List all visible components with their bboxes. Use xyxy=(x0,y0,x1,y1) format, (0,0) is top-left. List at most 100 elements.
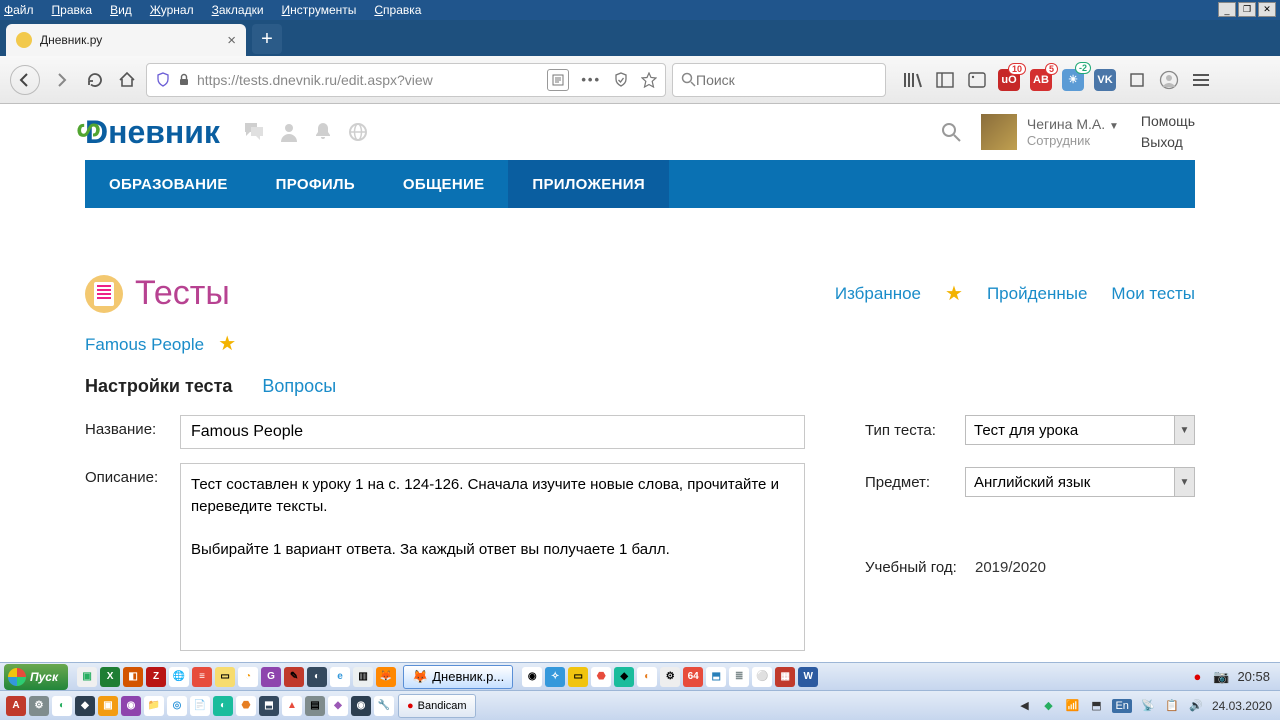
nav-profile[interactable]: ПРОФИЛЬ xyxy=(252,160,379,208)
menu-view[interactable]: Вид xyxy=(110,3,132,17)
menu-file[interactable]: Файл xyxy=(4,3,34,17)
app-icon[interactable]: ▲ xyxy=(282,696,302,716)
app-icon[interactable]: G xyxy=(261,667,281,687)
forward-button[interactable] xyxy=(46,65,76,95)
app-icon[interactable]: ▥ xyxy=(353,667,373,687)
app-icon[interactable]: ≣ xyxy=(729,667,749,687)
home-button[interactable] xyxy=(114,67,140,93)
address-bar[interactable]: ••• xyxy=(146,63,666,97)
tray-volume-icon[interactable]: 🔊 xyxy=(1188,698,1204,714)
passed-link[interactable]: Пройденные xyxy=(987,284,1087,304)
display-icon[interactable]: ▭ xyxy=(215,667,235,687)
chrome-icon[interactable]: ◉ xyxy=(522,667,542,687)
menu-history[interactable]: Журнал xyxy=(150,3,194,17)
tray-clip-icon[interactable]: 📋 xyxy=(1164,698,1180,714)
record-icon[interactable]: ● xyxy=(1189,669,1205,685)
app-icon[interactable]: A xyxy=(6,696,26,716)
tab-close-icon[interactable]: × xyxy=(227,32,236,49)
app-icon[interactable]: ⬒ xyxy=(706,667,726,687)
url-input[interactable] xyxy=(197,72,541,88)
app-icon[interactable]: ◉ xyxy=(121,696,141,716)
app-icon[interactable]: ⚙ xyxy=(660,667,680,687)
globe-icon[interactable] xyxy=(348,122,368,142)
app-icon[interactable]: ◔ xyxy=(238,667,258,687)
nav-communication[interactable]: ОБЩЕНИЕ xyxy=(379,160,508,208)
app-icon[interactable]: ◐ xyxy=(213,696,233,716)
library-icon[interactable] xyxy=(902,69,924,91)
tray-antivirus-icon[interactable]: ◆ xyxy=(1040,698,1056,714)
app-icon[interactable]: ▦ xyxy=(775,667,795,687)
shield-icon[interactable] xyxy=(155,72,171,88)
pocket-icon[interactable] xyxy=(966,69,988,91)
test-desc-textarea[interactable] xyxy=(180,463,805,651)
search-input[interactable] xyxy=(696,72,877,88)
breadcrumb[interactable]: Famous People xyxy=(85,335,204,354)
messages-icon[interactable] xyxy=(244,122,264,142)
tab-questions[interactable]: Вопросы xyxy=(262,376,336,397)
new-tab-button[interactable]: + xyxy=(252,24,282,54)
browser-icon[interactable]: 🌐 xyxy=(169,667,189,687)
reload-button[interactable] xyxy=(82,67,108,93)
help-link[interactable]: Помощь xyxy=(1141,111,1195,132)
app-icon[interactable]: ▭ xyxy=(568,667,588,687)
msn-icon[interactable]: ✧ xyxy=(545,667,565,687)
word-icon[interactable]: W xyxy=(798,667,818,687)
app-icon[interactable]: ◉ xyxy=(351,696,371,716)
taskbar-item-firefox[interactable]: 🦊Дневник.р... xyxy=(403,665,513,689)
app-icon[interactable]: ⬣ xyxy=(236,696,256,716)
app-icon[interactable]: ◆ xyxy=(328,696,348,716)
star-icon[interactable]: ★ xyxy=(218,333,236,355)
more-icon[interactable]: ••• xyxy=(581,72,601,87)
tab-settings[interactable]: Настройки теста xyxy=(85,376,232,397)
app-icon[interactable]: 📁 xyxy=(144,696,164,716)
unknown-icon[interactable]: ≡ xyxy=(192,667,212,687)
search-box[interactable] xyxy=(672,63,886,97)
app-icon[interactable]: ◆ xyxy=(75,696,95,716)
zip-icon[interactable]: Z xyxy=(146,667,166,687)
vk-icon[interactable]: VK xyxy=(1094,69,1116,91)
browser-tab[interactable]: Дневник.ру × xyxy=(6,24,246,56)
app-icon[interactable]: ◐ xyxy=(637,667,657,687)
bookmark-star-icon[interactable] xyxy=(641,72,657,88)
tray-network-icon[interactable]: 📶 xyxy=(1064,698,1080,714)
menu-edit[interactable]: Правка xyxy=(52,3,93,17)
app-icon[interactable]: ◎ xyxy=(167,696,187,716)
app-icon[interactable]: ▣ xyxy=(98,696,118,716)
app-icon[interactable]: ▤ xyxy=(305,696,325,716)
test-type-select[interactable]: Тест для урока ▼ xyxy=(965,415,1195,445)
favorites-link[interactable]: Избранное xyxy=(835,284,921,304)
reader-mode-icon[interactable] xyxy=(547,69,569,91)
profile-icon[interactable] xyxy=(280,122,298,142)
ie-icon[interactable]: e xyxy=(330,667,350,687)
app-icon[interactable]: ⚪ xyxy=(752,667,772,687)
minimize-button[interactable]: _ xyxy=(1218,2,1236,17)
firefox-icon[interactable]: 🦊 xyxy=(376,667,396,687)
back-button[interactable] xyxy=(10,65,40,95)
abp-icon[interactable]: AB5 xyxy=(1030,69,1052,91)
my-tests-link[interactable]: Мои тесты xyxy=(1111,284,1195,304)
app-icon[interactable]: ⚙ xyxy=(29,696,49,716)
app-icon[interactable]: ◧ xyxy=(123,667,143,687)
camera-icon[interactable]: 📷 xyxy=(1213,669,1229,685)
app-icon[interactable]: 📄 xyxy=(190,696,210,716)
nav-apps[interactable]: ПРИЛОЖЕНИЯ xyxy=(508,160,669,208)
close-button[interactable]: ✕ xyxy=(1258,2,1276,17)
excel-icon[interactable]: X xyxy=(100,667,120,687)
site-logo[interactable]: ᔕ Dневник xyxy=(85,114,220,151)
hamburger-menu-icon[interactable] xyxy=(1190,69,1212,91)
account-icon[interactable] xyxy=(1158,69,1180,91)
sidebar-icon[interactable] xyxy=(934,69,956,91)
user-block[interactable]: Чегина М.А. ▼ Сотрудник xyxy=(1027,116,1119,149)
test-name-input[interactable] xyxy=(180,415,805,449)
avatar[interactable] xyxy=(981,114,1017,150)
lock-icon[interactable] xyxy=(177,73,191,87)
weather-icon[interactable]: -2☀ xyxy=(1062,69,1084,91)
ublock-icon[interactable]: uO10 xyxy=(998,69,1020,91)
app-icon[interactable]: ⬒ xyxy=(259,696,279,716)
bell-icon[interactable] xyxy=(314,122,332,142)
app-icon[interactable]: ◐ xyxy=(52,696,72,716)
nav-education[interactable]: ОБРАЗОВАНИЕ xyxy=(85,160,252,208)
exit-link[interactable]: Выход xyxy=(1141,132,1195,153)
app-icon[interactable]: ◐ xyxy=(307,667,327,687)
restore-button[interactable]: ❐ xyxy=(1238,2,1256,17)
